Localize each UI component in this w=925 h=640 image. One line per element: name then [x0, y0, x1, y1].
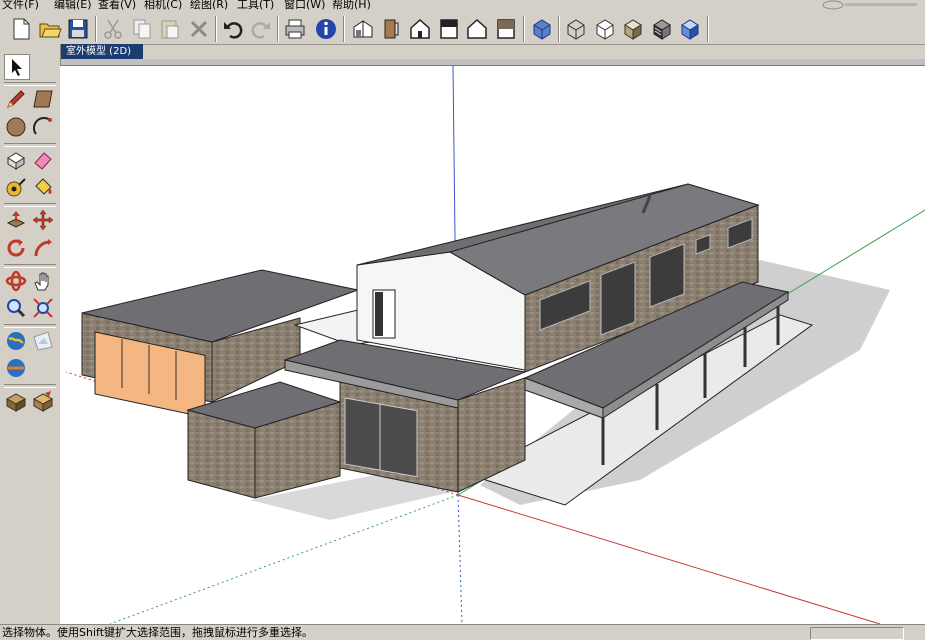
- menu-help[interactable]: 帮助(H): [332, 0, 371, 11]
- right-view-icon[interactable]: [436, 16, 462, 42]
- push-pull-icon[interactable]: [4, 208, 28, 232]
- axis-green-dotted-line: [109, 494, 459, 624]
- shaded-style-icon[interactable]: [620, 16, 646, 42]
- shaded-texture-style-icon[interactable]: [649, 16, 675, 42]
- undo-icon[interactable]: [220, 16, 246, 42]
- upper-window: [600, 261, 636, 336]
- rotate-icon[interactable]: [4, 236, 28, 260]
- lower-glass-door: [344, 397, 418, 478]
- toolbar-separator: [523, 16, 525, 42]
- make-component-icon[interactable]: [4, 148, 28, 172]
- wireframe-style-icon[interactable]: [563, 16, 589, 42]
- back-view-icon[interactable]: [464, 16, 490, 42]
- component-share-icon[interactable]: [4, 389, 28, 413]
- rectangle-icon[interactable]: [31, 87, 55, 111]
- toolbar-separator: [95, 16, 97, 42]
- menu-file[interactable]: 文件(F): [2, 0, 39, 11]
- menu-draw[interactable]: 绘图(R): [190, 0, 228, 11]
- left-view-icon[interactable]: [493, 16, 519, 42]
- zoom-extents-icon[interactable]: [31, 296, 55, 320]
- orbit-icon[interactable]: [4, 269, 28, 293]
- new-file-icon[interactable]: [8, 16, 34, 42]
- measurements-box[interactable]: [810, 627, 904, 640]
- copy-icon[interactable]: [129, 16, 155, 42]
- scene-tab[interactable]: 室外模型 (2D): [60, 44, 143, 60]
- xray-style-icon[interactable]: [529, 16, 555, 42]
- pan-hand-icon[interactable]: [31, 269, 55, 293]
- menu-camera[interactable]: 相机(C): [144, 0, 182, 11]
- paint-bucket-icon[interactable]: [31, 175, 55, 199]
- scene-tab-strip: [60, 59, 925, 66]
- open-folder-icon[interactable]: [37, 16, 63, 42]
- toolbar-separator: [558, 16, 560, 42]
- model-viewport[interactable]: [60, 66, 925, 624]
- print-icon[interactable]: [282, 16, 308, 42]
- toolbar-separator: [215, 16, 217, 42]
- component-get-icon[interactable]: [31, 389, 55, 413]
- cut-icon[interactable]: [100, 16, 126, 42]
- palette-separator: [4, 324, 56, 328]
- axis-red-line: [457, 494, 881, 624]
- toolbar-separator: [343, 16, 345, 42]
- model-info-icon[interactable]: [313, 16, 339, 42]
- palette-separator: [4, 143, 56, 147]
- tool-palette: [0, 44, 61, 624]
- menu-bar: 文件(F) 编辑(E) 查看(V) 相机(C) 绘图(R) 工具(T) 窗口(W…: [0, 0, 925, 12]
- delete-icon[interactable]: [186, 16, 212, 42]
- menu-view[interactable]: 查看(V): [98, 0, 136, 11]
- toolbar-separator: [277, 16, 279, 42]
- upper-gable-window-dark: [375, 292, 383, 336]
- zoom-icon[interactable]: [4, 296, 28, 320]
- arc-icon[interactable]: [31, 115, 55, 139]
- iso-view-icon[interactable]: [350, 16, 376, 42]
- follow-me-icon[interactable]: [31, 236, 55, 260]
- status-hint-text: 选择物体。使用Shift键扩大选择范围，拖拽鼠标进行多重选择。: [2, 626, 314, 639]
- menu-edit[interactable]: 编辑(E): [54, 0, 92, 11]
- palette-separator: [4, 264, 56, 268]
- paste-icon[interactable]: [157, 16, 183, 42]
- redo-icon[interactable]: [248, 16, 274, 42]
- top-view-icon[interactable]: [378, 16, 404, 42]
- axis-blue-dotted-line: [457, 494, 463, 624]
- menu-window[interactable]: 窗口(W): [284, 0, 325, 11]
- pencil-line-icon[interactable]: [4, 87, 28, 111]
- tape-measure-icon[interactable]: [4, 175, 28, 199]
- house-model-scene: [65, 66, 925, 624]
- save-icon[interactable]: [65, 16, 91, 42]
- circle-icon[interactable]: [4, 115, 28, 139]
- select-arrow-icon[interactable]: [4, 54, 30, 80]
- menu-tools[interactable]: 工具(T): [237, 0, 274, 11]
- toolbar-separator: [707, 16, 709, 42]
- get-photo-texture-icon[interactable]: [4, 356, 28, 380]
- monochrome-style-icon[interactable]: [677, 16, 703, 42]
- main-toolbar: [0, 12, 925, 45]
- site-logo-watermark: [822, 0, 917, 10]
- front-view-icon[interactable]: [407, 16, 433, 42]
- get-models-icon[interactable]: [4, 329, 28, 353]
- palette-separator: [4, 203, 56, 207]
- move-icon[interactable]: [31, 208, 55, 232]
- share-model-icon[interactable]: [31, 329, 55, 353]
- eraser-icon[interactable]: [31, 148, 55, 172]
- palette-separator: [4, 82, 56, 86]
- hidden-line-style-icon[interactable]: [592, 16, 618, 42]
- status-bar: 选择物体。使用Shift键扩大选择范围，拖拽鼠标进行多重选择。: [0, 624, 925, 640]
- palette-separator: [4, 384, 56, 388]
